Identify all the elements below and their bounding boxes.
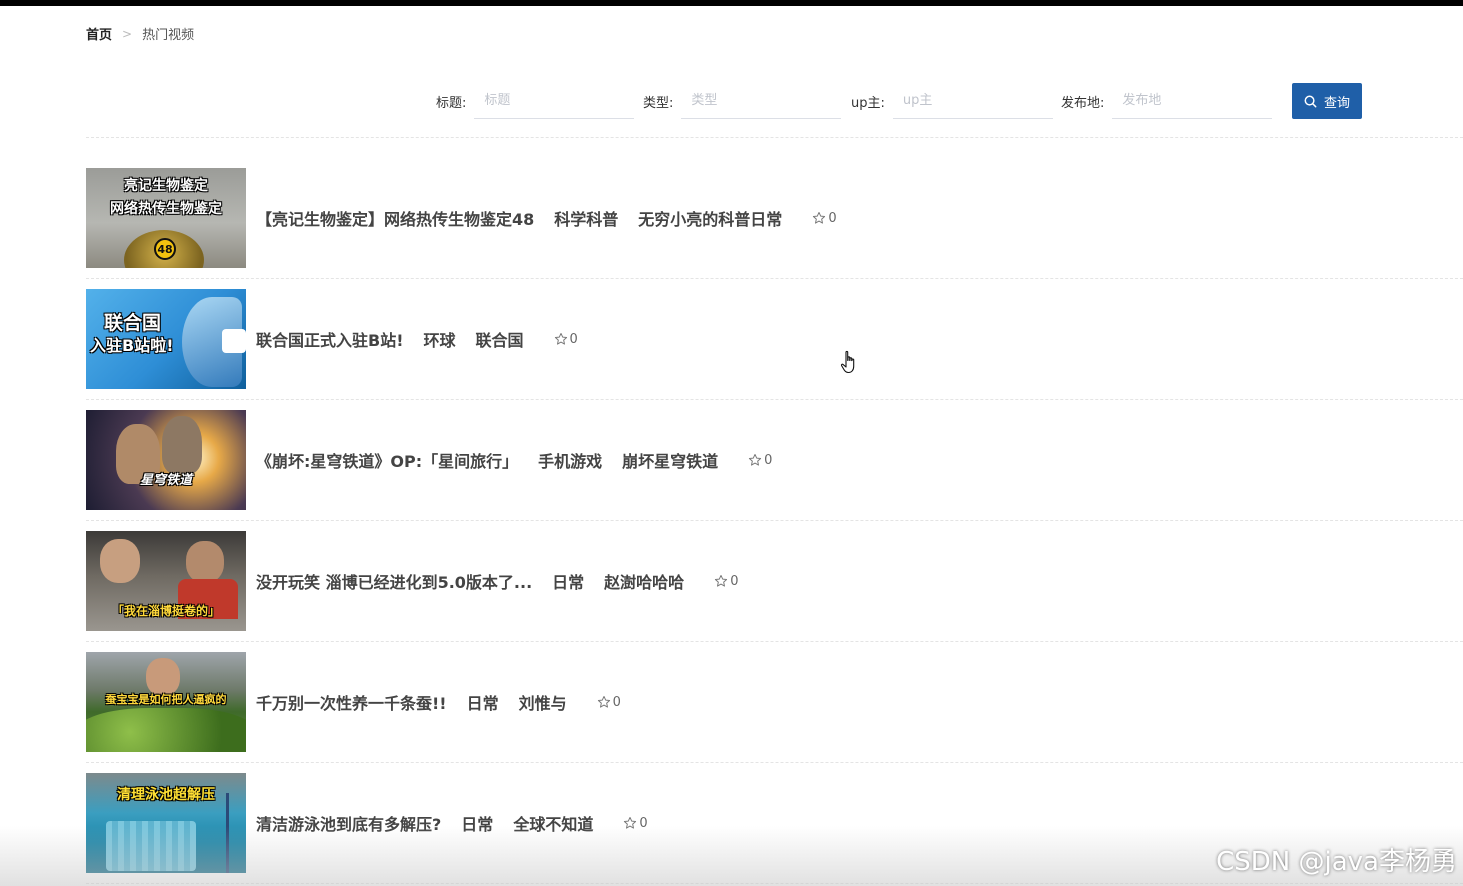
- video-uploader: 赵澍哈哈哈: [604, 573, 685, 592]
- watermark: CSDN @java李杨勇: [1216, 847, 1457, 877]
- filter-title-label: 标题:: [436, 95, 467, 111]
- favorite-count-value: 0: [569, 331, 578, 347]
- video-meta: 联合国正式入驻B站! 环球 联合国 0: [256, 327, 578, 351]
- favorite-count-value: 0: [730, 573, 739, 589]
- favorite-count-value: 0: [639, 815, 648, 831]
- video-uploader: 联合国: [475, 331, 524, 350]
- star-icon: [624, 816, 637, 829]
- video-row[interactable]: 亮记生物鉴定 网络热传生物鉴定 48 【亮记生物鉴定】网络热传生物鉴定48 科学…: [86, 168, 1463, 268]
- video-row[interactable]: 「我在淄博挺卷的」 没开玩笑 淄博已经进化到5.0版本了... 日常 赵澍哈哈哈…: [86, 531, 1463, 631]
- video-thumbnail[interactable]: 蚕宝宝是如何把人逼疯的: [86, 652, 246, 752]
- filter-place: 发布地:: [1061, 83, 1273, 119]
- favorite-count-value: 0: [612, 694, 621, 710]
- video-category: 手机游戏: [538, 452, 603, 471]
- video-meta: 清洁游泳池到底有多解压? 日常 全球不知道 0: [256, 811, 648, 835]
- video-title[interactable]: 联合国正式入驻B站!: [256, 327, 404, 351]
- place-input[interactable]: [1112, 83, 1273, 119]
- video-title[interactable]: 千万别一次性养一千条蚕!!: [256, 690, 447, 714]
- filter-up: up主:: [851, 83, 1053, 119]
- video-category: 科学科普: [554, 210, 619, 229]
- video-title[interactable]: 【亮记生物鉴定】网络热传生物鉴定48: [256, 206, 534, 230]
- favorite-count[interactable]: 0: [623, 815, 648, 831]
- video-category: 日常: [461, 815, 494, 834]
- video-row[interactable]: 联合国 入驻B站啦! 联合国正式入驻B站! 环球 联合国 0: [86, 289, 1463, 389]
- thumbnail-caption: 星穹铁道: [139, 473, 192, 488]
- star-icon: [749, 453, 762, 466]
- video-row[interactable]: 蚕宝宝是如何把人逼疯的 千万别一次性养一千条蚕!! 日常 刘惟与 0: [86, 652, 1463, 752]
- breadcrumb-current: 热门视频: [142, 28, 195, 43]
- favorite-count[interactable]: 0: [714, 574, 738, 589]
- video-thumbnail[interactable]: 亮记生物鉴定 网络热传生物鉴定 48: [86, 168, 246, 268]
- favorite-count[interactable]: 0: [812, 210, 837, 226]
- video-category: 日常: [552, 573, 585, 592]
- video-thumbnail[interactable]: 星穹铁道: [86, 410, 246, 510]
- star-icon: [715, 574, 728, 587]
- divider: [86, 883, 1463, 884]
- video-uploader: 无穷小亮的科普日常: [638, 210, 783, 229]
- star-icon: [813, 211, 826, 224]
- filter-type-label: 类型:: [643, 95, 674, 111]
- episode-badge: 48: [154, 238, 176, 260]
- title-input[interactable]: [474, 83, 635, 119]
- breadcrumb: 首页 > 热门视频: [86, 24, 195, 44]
- video-thumbnail[interactable]: 清理泳池超解压: [86, 773, 246, 873]
- favorite-count-value: 0: [828, 210, 837, 226]
- video-title[interactable]: 《崩坏:星穹铁道》OP:「星间旅行」: [256, 448, 518, 472]
- search-button[interactable]: 查询: [1292, 83, 1362, 119]
- filter-up-label: up主:: [851, 95, 885, 111]
- video-thumbnail[interactable]: 联合国 入驻B站啦!: [86, 289, 246, 389]
- favorite-count[interactable]: 0: [554, 332, 578, 347]
- video-uploader: 刘惟与: [518, 694, 567, 713]
- search-icon: [1304, 95, 1317, 107]
- thumbnail-caption: 亮记生物鉴定: [124, 178, 208, 194]
- video-row[interactable]: 星穹铁道 《崩坏:星穹铁道》OP:「星间旅行」 手机游戏 崩坏星穹铁道 0: [86, 410, 1463, 510]
- video-meta: 《崩坏:星穹铁道》OP:「星间旅行」 手机游戏 崩坏星穹铁道 0: [256, 448, 772, 472]
- video-uploader: 全球不知道: [513, 815, 594, 834]
- thumbnail-caption: 「我在淄博挺卷的」: [111, 604, 220, 618]
- video-meta: 【亮记生物鉴定】网络热传生物鉴定48 科学科普 无穷小亮的科普日常 0: [256, 206, 837, 230]
- star-icon: [597, 695, 610, 708]
- divider: [86, 278, 1463, 279]
- thumbnail-caption: 蚕宝宝是如何把人逼疯的: [105, 693, 227, 706]
- video-title[interactable]: 没开玩笑 淄博已经进化到5.0版本了...: [256, 569, 532, 593]
- video-title[interactable]: 清洁游泳池到底有多解压?: [256, 811, 441, 835]
- favorite-count[interactable]: 0: [597, 695, 621, 710]
- video-category: 环球: [423, 331, 456, 350]
- favorite-count[interactable]: 0: [748, 453, 772, 468]
- divider: [86, 137, 1463, 138]
- thumbnail-caption: 联合国: [104, 312, 162, 334]
- type-input[interactable]: [681, 83, 842, 119]
- filter-type: 类型:: [643, 83, 842, 119]
- divider: [86, 399, 1463, 400]
- hand-cursor-icon: [840, 350, 855, 374]
- video-meta: 千万别一次性养一千条蚕!! 日常 刘惟与 0: [256, 690, 621, 714]
- favorite-count-value: 0: [764, 452, 773, 468]
- breadcrumb-home[interactable]: 首页: [86, 24, 112, 43]
- up-input[interactable]: [892, 83, 1053, 119]
- video-uploader: 崩坏星穹铁道: [622, 452, 719, 471]
- star-icon: [554, 332, 567, 345]
- thumbnail-caption: 清理泳池超解压: [117, 787, 215, 803]
- breadcrumb-separator: >: [122, 26, 133, 41]
- divider: [86, 762, 1463, 763]
- filter-title: 标题:: [436, 83, 635, 119]
- thumbnail-caption: 网络热传生物鉴定: [110, 201, 222, 217]
- video-thumbnail[interactable]: 「我在淄博挺卷的」: [86, 531, 246, 631]
- divider: [86, 641, 1463, 642]
- thumbnail-caption: 入驻B站啦!: [90, 336, 174, 355]
- top-bar: [0, 0, 1463, 6]
- search-button-label: 查询: [1323, 95, 1350, 111]
- video-category: 日常: [466, 694, 499, 713]
- filter-place-label: 发布地:: [1061, 95, 1105, 111]
- divider: [86, 520, 1463, 521]
- video-meta: 没开玩笑 淄博已经进化到5.0版本了... 日常 赵澍哈哈哈 0: [256, 569, 738, 593]
